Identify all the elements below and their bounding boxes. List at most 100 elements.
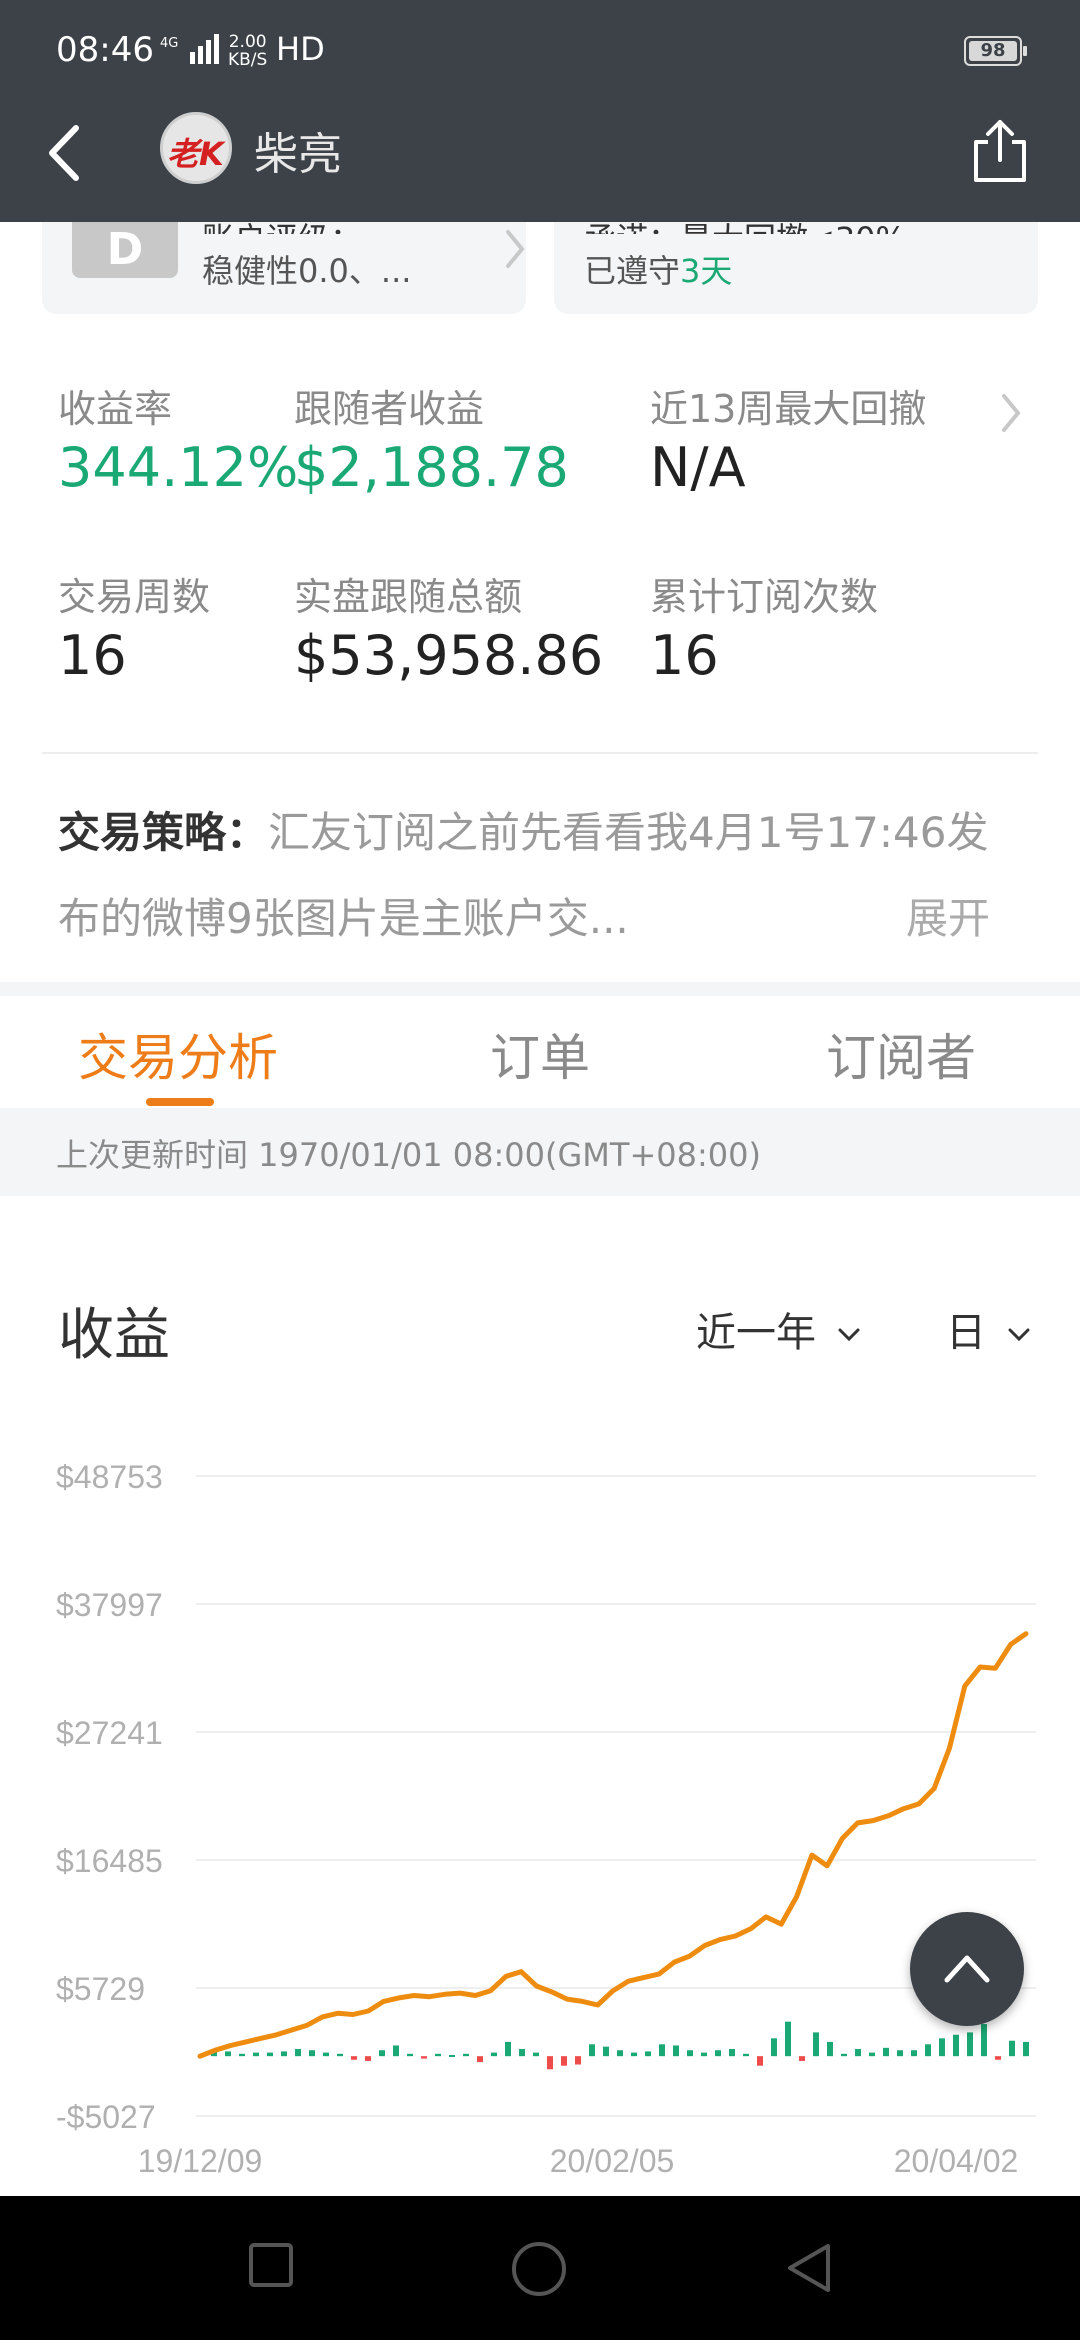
promise-card-text: 已遵守3天 [584,252,733,290]
volume-bar [603,2046,609,2057]
volume-bar [687,2050,693,2057]
rating-card[interactable]: D 账户评级：... 稳健性0.0、... [42,220,526,314]
stat-label-follow-amount: 实盘跟随总额 [294,575,523,619]
volume-bar [869,2052,875,2057]
chevron-right-icon[interactable] [998,388,1024,438]
volume-bar [841,2053,847,2057]
volume-bar [925,2044,931,2057]
hd-indicator: HD [276,30,325,68]
volume-bar [757,2056,763,2066]
recent-apps-icon[interactable] [246,2240,296,2290]
profit-line [197,1631,1029,2059]
avatar[interactable]: 老K [160,112,232,184]
tab-trade-analysis[interactable]: 交易分析 [78,1018,278,1090]
volume-bar [253,2052,259,2057]
range-dropdown[interactable]: 近一年 [696,1300,861,1358]
promise-card-title: 承诺：最大回撤<30% [584,214,906,234]
signal-icon: 4G [160,34,222,70]
volume-bar [421,2056,427,2059]
volume-bar [883,2047,889,2057]
volume-bar [407,2053,413,2057]
volume-bar [379,2050,385,2057]
volume-bar [225,2051,231,2057]
volume-bar [645,2051,651,2057]
volume-bar [967,2032,973,2057]
volume-bar [547,2056,553,2070]
volume-bar [295,2049,301,2057]
tab-active-indicator [146,1098,214,1106]
volume-bar [505,2041,511,2057]
volume-bar [743,2053,749,2057]
rating-card-title: 账户评级：... [202,214,393,234]
divider [42,752,1038,754]
system-nav-bar [0,2196,1080,2340]
back-arrow-icon[interactable] [40,120,90,186]
stat-label-trade-weeks: 交易周数 [58,575,211,619]
stat-value-subscriptions: 16 [650,624,719,687]
volume-bar [911,2050,917,2057]
share-icon[interactable] [972,118,1028,184]
tab-subscribers[interactable]: 订阅者 [826,1018,976,1090]
back-nav-icon[interactable] [784,2240,834,2296]
strategy-text: 交易策略：汇友订阅之前先看看我4月1号17:46发布的微博9张图片是主账户交..… [58,808,989,943]
volume-bar [365,2056,371,2061]
volume-bar [981,2024,987,2057]
volume-bar [393,2045,399,2057]
volume-bar [729,2049,735,2057]
status-bar: 08:46 4G 2.00 KB/S HD 98 [0,0,1080,100]
volume-bar [491,2052,497,2057]
home-icon[interactable] [510,2240,568,2298]
volume-bar [855,2049,861,2057]
stat-value-max-drawdown: N/A [650,436,746,499]
volume-bar [617,2050,623,2057]
x-tick-label: 19/12/09 [138,2143,263,2179]
y-tick-label: $37997 [56,1587,163,1623]
tab-orders[interactable]: 订单 [490,1018,590,1090]
volume-bar [827,2041,833,2057]
y-tick-label: $5729 [56,1971,145,2007]
volume-bar [897,2050,903,2057]
volume-bar [463,2053,469,2057]
stat-value-follow-amount: $53,958.86 [294,624,604,687]
volume-bar [533,2052,539,2057]
promise-card[interactable]: 承诺：最大回撤<30% 已遵守3天 [554,220,1038,314]
volume-bar [659,2044,665,2057]
volume-bar [337,2053,343,2057]
volume-bar [813,2032,819,2057]
volume-bar [267,2052,273,2057]
stat-label-subscriptions: 累计订阅次数 [650,575,879,619]
chevron-down-icon [838,1328,860,1342]
volume-bar [771,2038,777,2057]
page-title: 柴亮 [254,129,342,180]
network-type: 4G [160,36,178,51]
x-tick-label: 20/02/05 [550,2143,675,2179]
volume-bar [449,2054,455,2057]
chevron-up-icon [944,1955,990,1983]
expand-button[interactable]: 展开 [892,876,991,962]
chevron-down-icon [1008,1328,1030,1342]
stat-value-trade-weeks: 16 [58,624,127,687]
volume-bar [995,2056,1001,2060]
battery-icon: 98 [964,36,1027,66]
top-bar: 08:46 4G 2.00 KB/S HD 98 老K 柴亮 [0,0,1080,222]
volume-bar [575,2056,581,2065]
strategy-label: 交易策略： [58,808,269,857]
volume-bar [351,2056,357,2060]
stat-value-return: 344.12% [58,436,299,499]
profit-chart: $48753 $37997 $27241 $16485 $5729 -$5027 19/12… [56,1459,1036,2179]
volume-bar [519,2049,525,2057]
y-tick-label: $27241 [56,1715,163,1751]
volume-bar [799,2056,805,2061]
network-speed: 2.00 KB/S [228,32,268,70]
volume-bar [561,2056,567,2066]
y-tick-label: -$5027 [56,2099,156,2135]
stat-value-follower-profit: $2,188.78 [294,436,569,499]
volume-bar [309,2050,315,2057]
volume-bar [281,2051,287,2057]
x-tick-label: 20/04/02 [894,2143,1019,2179]
granularity-dropdown[interactable]: 日 [946,1300,1031,1358]
stat-label-max-drawdown: 近13周最大回撤 [650,387,927,431]
volume-bar [785,2021,791,2057]
scroll-top-button[interactable] [910,1912,1024,2026]
volume-bar [1023,2041,1029,2057]
